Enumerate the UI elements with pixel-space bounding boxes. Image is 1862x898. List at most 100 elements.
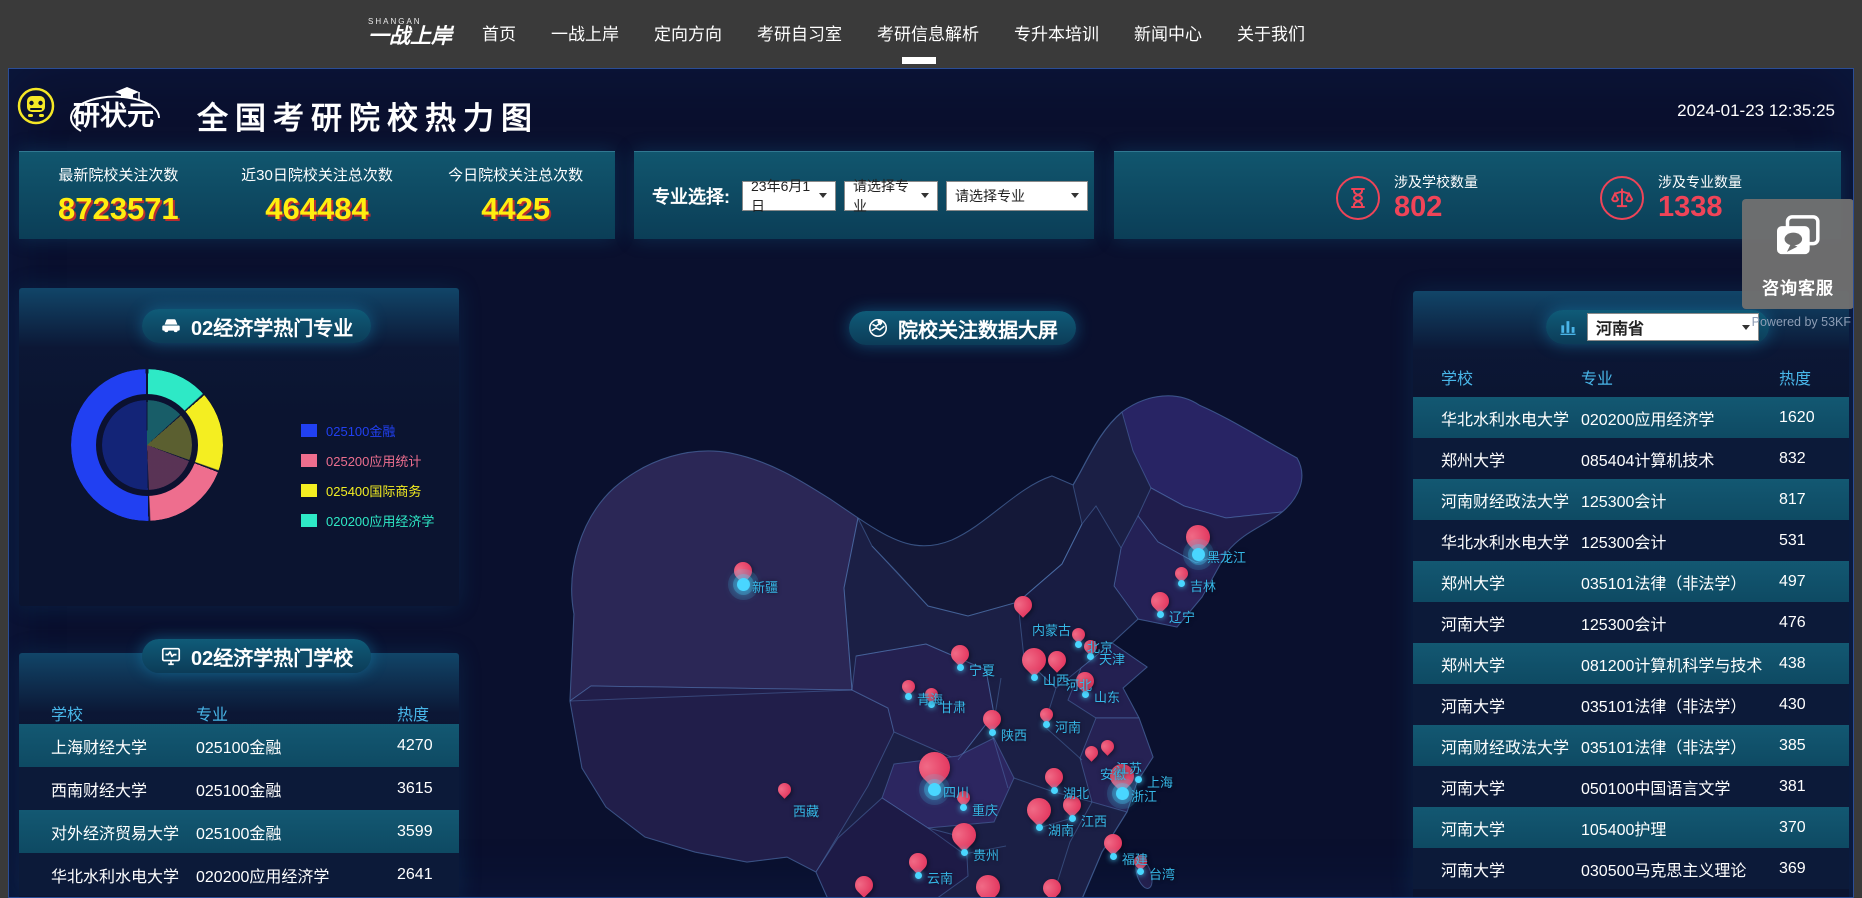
cell-school: 西南财经大学 xyxy=(51,777,196,801)
legend-item: 025100金融 xyxy=(301,421,434,440)
chevron-down-icon xyxy=(819,193,827,198)
nav-menu-item[interactable]: 考研信息解析 xyxy=(877,20,979,45)
cell-heat: 1620 xyxy=(1779,409,1849,427)
cell-heat: 817 xyxy=(1779,491,1849,509)
nav-menu-item[interactable]: 一战上岸 xyxy=(551,20,619,45)
cell-heat: 531 xyxy=(1779,532,1849,550)
nav-menu-item[interactable]: 考研自习室 xyxy=(757,20,842,45)
nav-menu-item[interactable]: 定向方向 xyxy=(654,20,722,45)
map-province-label: 内蒙古 xyxy=(1032,620,1071,639)
cell-major: 025100金融 xyxy=(196,777,397,801)
map-province-label: 江苏 xyxy=(1116,758,1142,777)
dashboard: 研状元 全国考研院校热力图 2024-01-23 12:35:25 最新院校关注… xyxy=(8,68,1854,898)
table-row[interactable]: 对外经济贸易大学 025100金融 3599 xyxy=(19,810,459,853)
cell-school: 河南大学 xyxy=(1441,693,1581,717)
region-select-value: 河南省 xyxy=(1596,315,1644,339)
table-row[interactable]: 郑州大学 035101法律（非法学） 497 xyxy=(1413,561,1849,602)
table-row[interactable]: 华北水利水电大学 125300会计 531 xyxy=(1413,520,1849,561)
map-panel-title: 院校关注数据大屏 xyxy=(849,311,1076,345)
date-select[interactable]: 23年6月1日 xyxy=(742,181,836,211)
col-heat: 热度 xyxy=(397,701,459,725)
timestamp: 2024-01-23 12:35:25 xyxy=(1677,101,1835,121)
col-major: 专业 xyxy=(196,701,397,725)
stat-value: 4425 xyxy=(481,191,550,227)
map-glow-dot xyxy=(737,578,750,591)
region-select-pill: 河南省 xyxy=(1546,310,1769,344)
stat-label: 近30日院校关注总次数 xyxy=(241,164,393,185)
nav-menu-item[interactable]: 新闻中心 xyxy=(1134,20,1202,45)
table-row[interactable]: 华北水利水电大学 020200应用经济学 2641 xyxy=(19,853,459,896)
nav-active-indicator xyxy=(902,57,936,64)
map-glow-dot xyxy=(1043,721,1050,728)
page-title: 全国考研院校热力图 xyxy=(197,93,539,138)
table-row[interactable]: 河南财经政法大学 035101法律（非法学） 385 xyxy=(1413,725,1849,766)
table-row[interactable]: 郑州大学 085404计算机技术 832 xyxy=(1413,438,1849,479)
nav-menu-item[interactable]: 专升本培训 xyxy=(1014,20,1099,45)
table-row[interactable]: 上海财经大学 025100金融 4270 xyxy=(19,724,459,767)
cell-major: 020200应用经济学 xyxy=(196,863,397,887)
nav-menu: 首页 一战上岸 定向方向 考研自习室 考研信息解析 专升本培训 新闻中心 关于我们 xyxy=(482,20,1305,45)
table-row[interactable]: 河南大学 030500马克思主义理论 369 xyxy=(1413,848,1849,889)
map-glow-dot xyxy=(915,872,922,879)
major-select-2[interactable]: 请选择专业 xyxy=(946,181,1088,211)
map-province-label: 新疆 xyxy=(752,577,778,596)
table-row[interactable]: 西南财经大学 025100金融 3615 xyxy=(19,767,459,810)
map-glow-dot xyxy=(1157,611,1164,618)
hot-majors-panel-title: 02经济学热门专业 xyxy=(142,309,371,343)
filter-label: 专业选择: xyxy=(652,183,730,209)
major-filter-panel: 专业选择: 23年6月1日 请选择专业 请选择专业 xyxy=(634,151,1094,239)
region-select[interactable]: 河南省 xyxy=(1587,313,1759,341)
map-glow-dot xyxy=(1110,853,1117,860)
table-row[interactable]: 河南财经政法大学 125300会计 817 xyxy=(1413,479,1849,520)
hot-majors-title-text: 02经济学热门专业 xyxy=(191,312,353,341)
region-table: 华北水利水电大学 020200应用经济学 1620 郑州大学 085404计算机… xyxy=(1413,397,1849,889)
table-row[interactable]: 河南大学 125300会计 476 xyxy=(1413,602,1849,643)
map-glow-dot xyxy=(1051,787,1058,794)
map-province-label: 吉林 xyxy=(1190,576,1216,595)
china-heat-map[interactable]: 新疆黑龙江吉林辽宁内蒙古北京天津山西河北山东河南陕西宁夏青海甘肃四川重庆湖北安徽… xyxy=(496,356,1416,898)
map-province-label: 天津 xyxy=(1099,649,1125,668)
nav-menu-item[interactable]: 首页 xyxy=(482,20,516,45)
top-nav: SHANGAN 一战上岸 首页 一战上岸 定向方向 考研自习室 考研信息解析 专升本培训 新… xyxy=(0,0,1862,64)
counter-label: 涉及学校数量 xyxy=(1394,172,1478,192)
table-row[interactable]: 河南大学 035101法律（非法学） 430 xyxy=(1413,684,1849,725)
cell-major: 030500马克思主义理论 xyxy=(1581,857,1779,881)
cell-heat: 438 xyxy=(1779,655,1849,673)
cell-major: 125300会计 xyxy=(1581,529,1779,553)
table-row[interactable]: 华北水利水电大学 020200应用经济学 1620 xyxy=(1413,397,1849,438)
hot-schools-table: 上海财经大学 025100金融 4270 西南财经大学 025100金融 361… xyxy=(19,724,459,896)
majors-donut-chart xyxy=(71,369,223,521)
cell-school: 华北水利水电大学 xyxy=(1441,529,1581,553)
map-province-label: 四川 xyxy=(943,782,969,801)
donut-separator xyxy=(96,394,198,496)
car-icon xyxy=(160,315,182,337)
customer-service-widget[interactable]: 咨询客服 xyxy=(1742,199,1854,309)
map-glow-dot xyxy=(1178,580,1185,587)
map-province-label: 湖南 xyxy=(1048,820,1074,839)
map-glow-dot xyxy=(1137,868,1144,875)
map-glow-dot xyxy=(961,849,968,856)
map-province-label: 辽宁 xyxy=(1169,607,1195,626)
major-select-1[interactable]: 请选择专业 xyxy=(844,181,938,211)
legend-item: 025200应用统计 xyxy=(301,451,434,470)
nav-menu-item[interactable]: 关于我们 xyxy=(1237,20,1305,45)
counter-value: 802 xyxy=(1394,192,1478,224)
map-province-label: 云南 xyxy=(927,868,953,887)
map-province-label: 河北 xyxy=(1066,675,1092,694)
legend-swatch xyxy=(301,484,317,497)
col-heat: 热度 xyxy=(1779,365,1849,389)
map-province-label: 山东 xyxy=(1094,687,1120,706)
table-row[interactable]: 河南大学 105400护理 370 xyxy=(1413,807,1849,848)
yanzhuangyuan-logo: 研状元 xyxy=(59,85,187,139)
powered-by-53kf: Powered by 53KF xyxy=(1752,315,1851,329)
cell-heat: 3599 xyxy=(397,823,459,841)
monitor-pulse-icon xyxy=(160,645,182,667)
hot-schools-panel-title: 02经济学热门学校 xyxy=(142,639,371,673)
cell-major: 035101法律（非法学） xyxy=(1581,734,1779,758)
scales-icon xyxy=(1600,176,1644,220)
table-row[interactable]: 郑州大学 081200计算机科学与技术 438 xyxy=(1413,643,1849,684)
china-map-svg xyxy=(496,356,1416,898)
nav-brand-logo[interactable]: SHANGAN 一战上岸 xyxy=(368,18,452,47)
table-row[interactable]: 河南大学 050100中国语言文学 381 xyxy=(1413,766,1849,807)
cell-major: 125300会计 xyxy=(1581,611,1779,635)
